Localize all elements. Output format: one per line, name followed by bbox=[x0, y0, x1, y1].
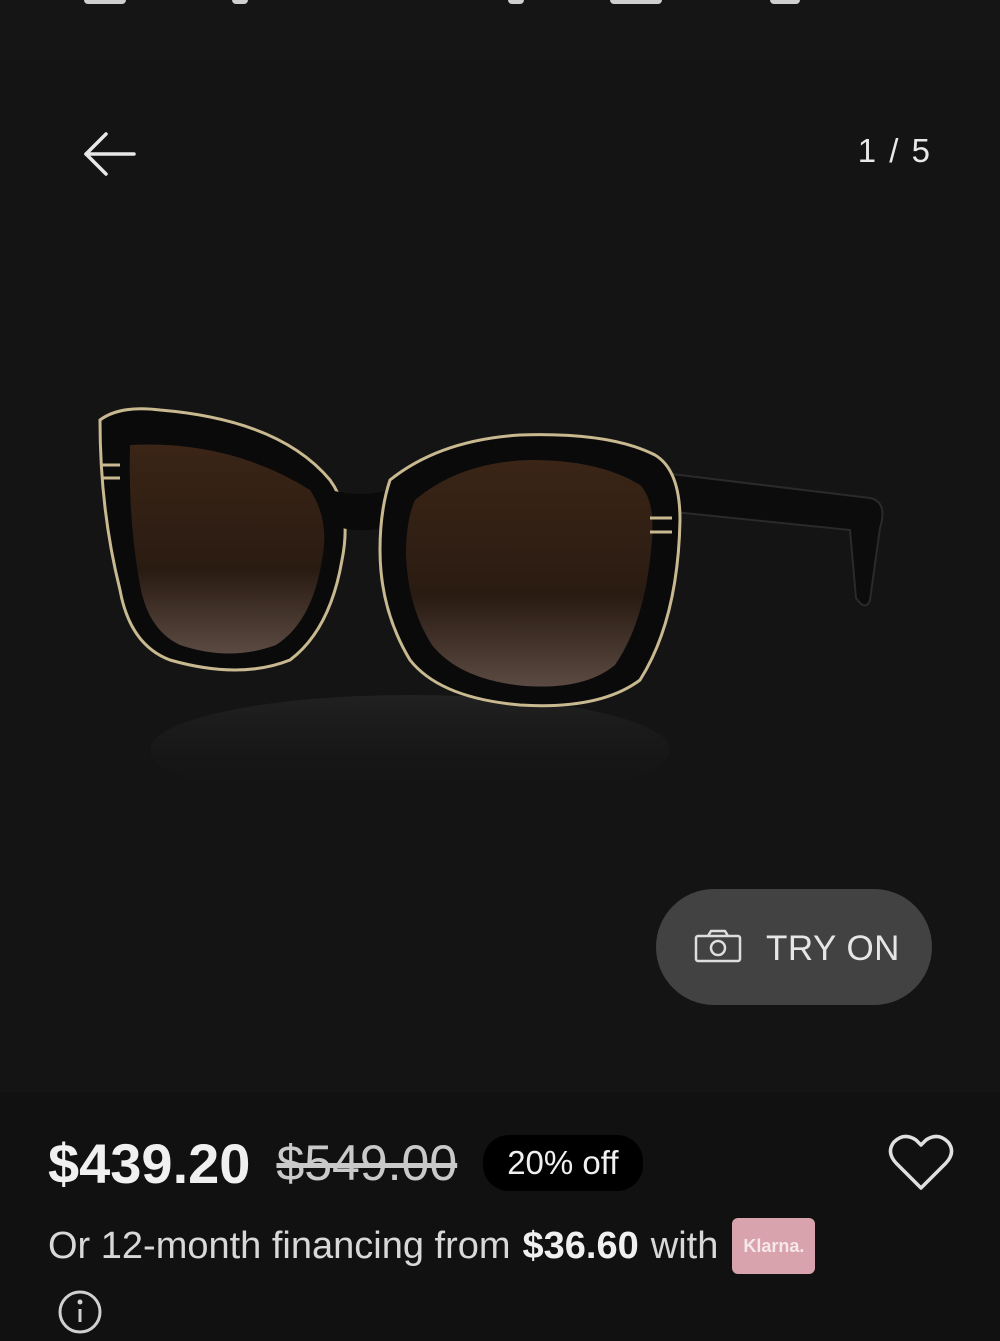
arrow-left-icon bbox=[84, 132, 136, 176]
temple-arm bbox=[654, 470, 884, 607]
financing-amount: $36.60 bbox=[522, 1224, 639, 1267]
original-price: $549.00 bbox=[276, 1135, 458, 1191]
camera-icon bbox=[694, 929, 742, 963]
product-image[interactable] bbox=[80, 360, 920, 840]
sale-price: $439.20 bbox=[48, 1131, 251, 1195]
financing-prefix: Or 12-month financing from bbox=[48, 1224, 511, 1267]
status-bar bbox=[0, 0, 1000, 62]
info-button[interactable] bbox=[56, 1288, 104, 1336]
try-on-button[interactable]: TRY ON bbox=[656, 889, 932, 1005]
back-button[interactable] bbox=[78, 124, 142, 184]
klarna-logo[interactable]: Klarna. bbox=[732, 1218, 816, 1274]
wishlist-button[interactable] bbox=[888, 1132, 954, 1194]
status-bar-glyph bbox=[610, 0, 662, 4]
price-row: $439.20 $549.00 20% off bbox=[48, 1128, 643, 1198]
info-icon bbox=[58, 1290, 102, 1334]
image-counter: 1 / 5 bbox=[857, 132, 932, 169]
status-bar-glyph bbox=[232, 0, 248, 4]
status-bar-glyph bbox=[770, 0, 800, 4]
financing-suffix: with bbox=[650, 1224, 719, 1267]
reflection bbox=[150, 695, 670, 805]
discount-badge: 20% off bbox=[483, 1135, 643, 1191]
right-lens bbox=[406, 460, 653, 687]
heart-icon bbox=[888, 1134, 954, 1190]
financing-line: Or 12-month financing from $36.60 with K… bbox=[48, 1216, 816, 1276]
status-bar-glyph bbox=[508, 0, 524, 4]
try-on-label: TRY ON bbox=[766, 929, 900, 968]
status-bar-glyph bbox=[84, 0, 126, 4]
